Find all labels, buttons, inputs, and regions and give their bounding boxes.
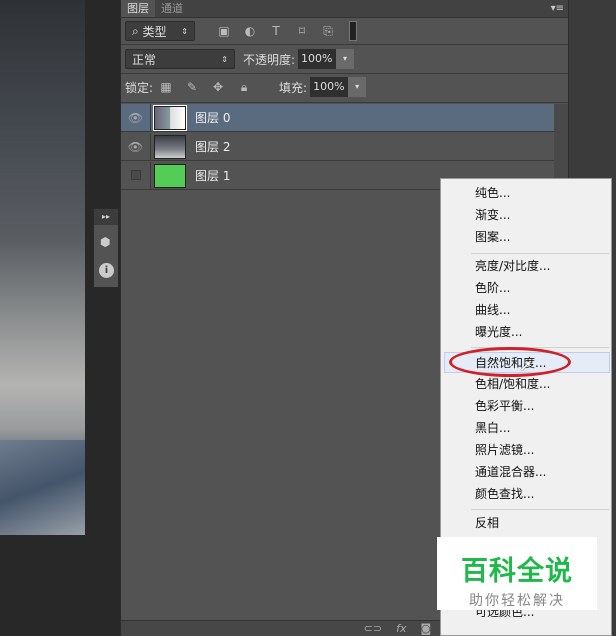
opacity-dropdown-icon[interactable]: ▾ xyxy=(336,49,355,69)
fill-input[interactable]: 100% xyxy=(310,77,349,97)
opacity-label: 不透明度: xyxy=(243,52,296,67)
lock-transparency-icon[interactable]: ▦ xyxy=(159,80,173,94)
menu-item-solid-color[interactable]: 纯色... xyxy=(441,183,611,204)
menu-item-pattern[interactable]: 图案... xyxy=(441,227,611,248)
menu-item-exposure[interactable]: 曝光度... xyxy=(441,322,611,343)
3d-icon[interactable]: ⬢ xyxy=(100,235,110,249)
menu-item-photo-filter[interactable]: 照片滤镜... xyxy=(441,440,611,461)
tab-channels[interactable]: 通道 xyxy=(155,0,189,17)
blend-mode-select[interactable]: 正常 ⇕ xyxy=(125,49,235,69)
menu-item-color-lookup[interactable]: 颜色查找... xyxy=(441,484,611,505)
eye-icon[interactable]: 👁︎ xyxy=(121,133,151,160)
fill-label: 填充: xyxy=(279,80,308,95)
menu-item-levels[interactable]: 色阶... xyxy=(441,278,611,299)
type-filter-icon[interactable]: T xyxy=(269,24,283,38)
fx-icon[interactable]: fx xyxy=(396,622,406,635)
search-icon: ⌕ xyxy=(132,23,143,38)
highlight-ellipse xyxy=(449,347,571,377)
lock-label: 锁定: xyxy=(125,80,154,95)
menu-item-black-white[interactable]: 黑白... xyxy=(441,418,611,439)
menu-item-color-balance[interactable]: 色彩平衡... xyxy=(441,396,611,417)
menu-item-brightness-contrast[interactable]: 亮度/对比度... xyxy=(441,256,611,277)
lock-position-icon[interactable]: ✥ xyxy=(211,80,225,94)
layer-row[interactable]: 👁︎ 图层 0 xyxy=(121,104,554,132)
mouse-cursor-icon: ➚ xyxy=(519,356,533,375)
updown-icon: ⇕ xyxy=(221,54,228,64)
canvas-building-image xyxy=(0,440,85,535)
layer-name[interactable]: 图层 2 xyxy=(195,138,230,155)
layer-row[interactable]: 👁︎ 图层 2 xyxy=(121,133,554,161)
lock-all-icon[interactable]: 🔒︎ xyxy=(237,80,251,94)
layer-thumbnail xyxy=(154,134,186,159)
layer-thumbnail xyxy=(154,163,186,188)
visibility-toggle[interactable] xyxy=(121,162,151,189)
link-icon[interactable]: ⊂⊃ xyxy=(364,622,382,635)
filter-toggle-icon[interactable] xyxy=(349,21,357,41)
updown-icon: ⇕ xyxy=(181,26,188,36)
menu-item-curves[interactable]: 曲线... xyxy=(441,300,611,321)
menu-separator xyxy=(471,509,609,510)
layer-thumbnail xyxy=(153,104,187,131)
opacity-input[interactable]: 100% xyxy=(298,49,337,69)
info-icon[interactable]: i xyxy=(99,263,114,278)
panel-menu-icon[interactable]: ▾≡ xyxy=(551,0,568,17)
expand-panels-icon[interactable]: ▸▸ xyxy=(94,209,118,225)
filter-kind-select[interactable]: ⌕ 类型 ⇕ xyxy=(125,21,195,41)
filter-kind-label: 类型 xyxy=(142,24,167,39)
menu-item-invert[interactable]: 反相 xyxy=(441,513,611,534)
image-filter-icon[interactable]: ▣ xyxy=(217,24,231,38)
menu-item-hue-saturation[interactable]: 色相/饱和度... xyxy=(441,374,611,395)
mask-icon[interactable]: ◙ xyxy=(420,622,431,635)
fill-dropdown-icon[interactable]: ▾ xyxy=(348,77,367,97)
layer-name[interactable]: 图层 0 xyxy=(195,109,230,126)
watermark-subtitle: 助你轻松解决 xyxy=(469,593,565,609)
menu-item-gradient[interactable]: 渐变... xyxy=(441,205,611,226)
menu-item-channel-mixer[interactable]: 通道混合器... xyxy=(441,462,611,483)
tab-layers[interactable]: 图层 xyxy=(121,0,155,17)
blend-mode-value: 正常 xyxy=(132,52,157,67)
adjustment-filter-icon[interactable]: ◐ xyxy=(243,24,257,38)
smart-object-filter-icon[interactable]: ⎘ xyxy=(321,24,335,38)
shape-filter-icon[interactable]: ⌑ xyxy=(295,24,309,38)
eye-icon[interactable]: 👁︎ xyxy=(121,104,151,131)
lock-pixels-icon[interactable]: ✎ xyxy=(185,80,199,94)
watermark-logo: 百科全说 助你轻松解决 xyxy=(437,537,597,610)
layer-name[interactable]: 图层 1 xyxy=(195,167,230,184)
menu-separator xyxy=(471,253,609,254)
watermark-title: 百科全说 xyxy=(461,556,573,587)
collapsed-panel-dock: ▸▸ ⬢ i xyxy=(93,208,119,288)
